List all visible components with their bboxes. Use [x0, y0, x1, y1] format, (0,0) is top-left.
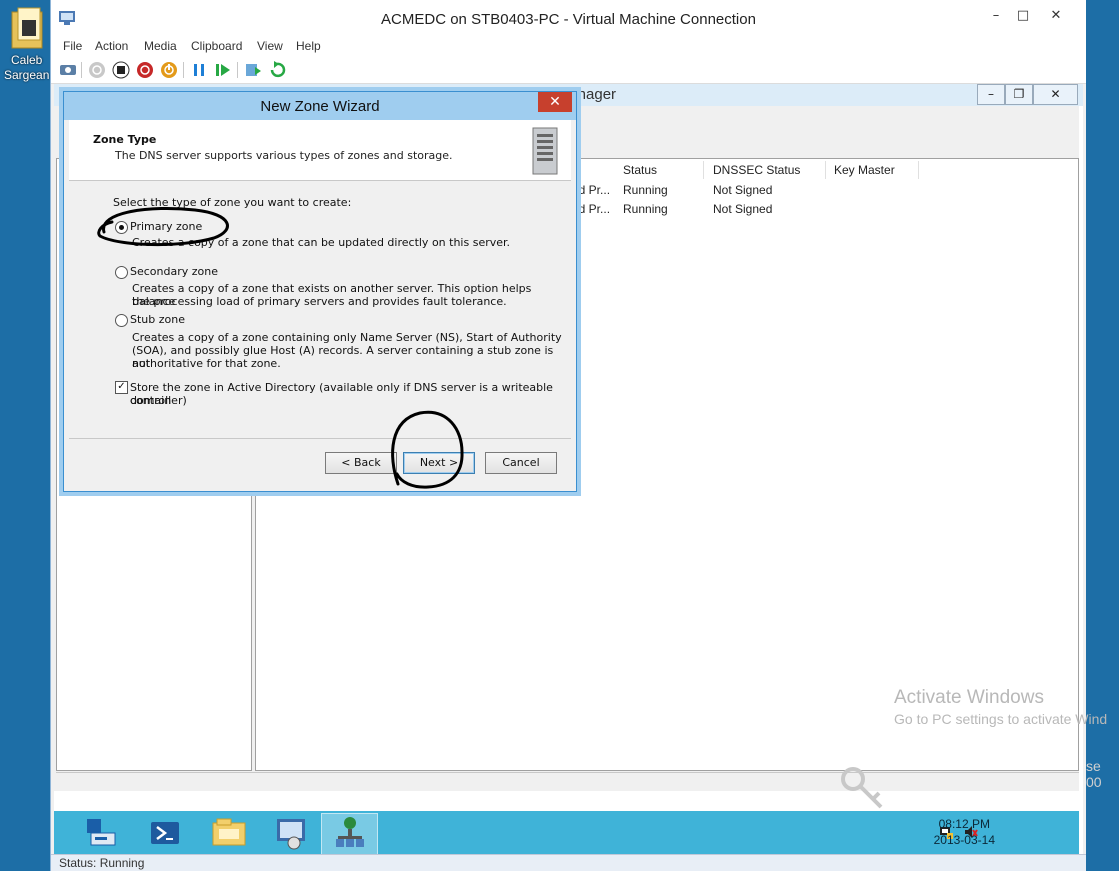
column-key-master[interactable]: Key Master	[829, 161, 919, 179]
revert-icon[interactable]	[268, 61, 286, 79]
pause-icon[interactable]	[190, 61, 208, 79]
column-status[interactable]: Status	[618, 161, 704, 179]
menu-view[interactable]: View	[257, 39, 283, 53]
power-icon[interactable]	[160, 61, 178, 79]
menu-help[interactable]: Help	[296, 39, 321, 53]
back-button[interactable]: < Back	[325, 452, 397, 474]
dns-restore-button[interactable]: ❐	[1005, 84, 1033, 105]
activate-title: Activate Windows	[894, 687, 1044, 708]
primary-zone-label[interactable]: Primary zone	[130, 220, 202, 233]
dns-close-button[interactable]: ✕	[1033, 84, 1078, 105]
primary-zone-radio[interactable]	[115, 221, 128, 234]
desktop-icon-label-line1: Caleb	[11, 53, 43, 67]
guest-taskbar: 08:12 PM 2013-03-14	[54, 811, 1079, 855]
server-icon	[532, 127, 558, 175]
desktop-icon-label-line2: Sargean	[4, 68, 50, 82]
obscured-text-2: 00	[1086, 774, 1102, 790]
vm-status-text: Status: Running	[59, 856, 145, 870]
cancel-button[interactable]: Cancel	[485, 452, 557, 474]
host-desktop-right	[1085, 0, 1119, 871]
taskbar-control-panel[interactable]	[264, 813, 319, 853]
dns-status-strip	[56, 772, 1079, 791]
wizard-title: New Zone Wizard	[260, 98, 380, 115]
file-explorer-icon	[212, 818, 246, 846]
taskbar-dns-manager[interactable]	[321, 813, 378, 855]
wizard-titlebar[interactable]: New Zone Wizard ✕	[64, 92, 576, 120]
wizard-divider	[69, 438, 571, 439]
obscured-text: se 00	[1086, 758, 1102, 790]
store-in-ad-label-2[interactable]: controller)	[130, 394, 187, 407]
start-icon[interactable]	[88, 61, 106, 79]
row-2-status: Running	[623, 202, 668, 216]
secondary-zone-radio[interactable]	[115, 266, 128, 279]
stub-zone-description-3: authoritative for that zone.	[132, 357, 281, 370]
row-1-dnssec: Not Signed	[713, 183, 773, 197]
vm-toolbar	[51, 57, 1086, 84]
checkpoint-icon[interactable]	[244, 61, 262, 79]
turn-off-icon[interactable]	[112, 61, 130, 79]
control-panel-icon	[277, 819, 305, 850]
server-manager-icon	[87, 819, 116, 846]
menu-media[interactable]: Media	[144, 39, 177, 53]
secondary-zone-description-2: the processing load of primary servers a…	[132, 295, 507, 308]
taskbar-file-explorer[interactable]	[201, 813, 256, 853]
minimize-button[interactable]: –	[986, 8, 1006, 26]
row-1-status: Running	[623, 183, 668, 197]
close-button[interactable]: ✕	[1046, 8, 1066, 26]
vm-menubar: File Action Media Clipboard View Help	[51, 37, 1086, 57]
wizard-content: Zone Type The DNS server supports variou…	[69, 120, 571, 486]
stub-zone-label[interactable]: Stub zone	[130, 313, 185, 326]
activate-windows-watermark: Activate Windows Go to PC settings to ac…	[894, 687, 1107, 727]
store-in-ad-checkbox[interactable]: ✓	[115, 381, 128, 394]
folder-icon[interactable]	[8, 6, 48, 50]
wizard-header: Zone Type The DNS server supports variou…	[69, 120, 571, 181]
shut-down-icon[interactable]	[136, 61, 154, 79]
stub-zone-description-1: Creates a copy of a zone containing only…	[132, 331, 562, 344]
wizard-close-button[interactable]: ✕	[538, 92, 572, 112]
menu-file[interactable]: File	[63, 39, 82, 53]
taskbar-server-manager[interactable]	[73, 813, 128, 853]
primary-zone-description: Creates a copy of a zone that can be upd…	[132, 236, 511, 249]
dns-manager-icon	[336, 817, 364, 847]
vm-window-title: ACMEDC on STB0403-PC - Virtual Machine C…	[381, 11, 756, 28]
powershell-icon	[151, 822, 179, 844]
system-clock[interactable]: 08:12 PM 2013-03-14	[934, 816, 995, 848]
zone-type-prompt: Select the type of zone you want to crea…	[113, 196, 352, 209]
next-button[interactable]: Next >	[403, 452, 475, 474]
column-dnssec-status[interactable]: DNSSEC Status	[708, 161, 826, 179]
key-icon	[841, 767, 883, 809]
host-desktop: Caleb Sargean	[0, 0, 52, 871]
ctrl-alt-del-icon[interactable]	[59, 61, 77, 79]
menu-action[interactable]: Action	[95, 39, 128, 53]
menu-clipboard[interactable]: Clipboard	[191, 39, 242, 53]
new-zone-wizard: New Zone Wizard ✕ Zone Type The DNS serv…	[63, 91, 577, 492]
resume-icon[interactable]	[214, 61, 232, 79]
stub-zone-radio[interactable]	[115, 314, 128, 327]
desktop-icon-label[interactable]: Caleb Sargean	[4, 53, 49, 83]
taskbar-powershell[interactable]	[137, 813, 192, 853]
wizard-heading: Zone Type	[93, 133, 157, 146]
clock-time: 08:12 PM	[938, 817, 990, 831]
row-2-dnssec: Not Signed	[713, 202, 773, 216]
maximize-button[interactable]: □	[1013, 8, 1033, 26]
row-2-type: ed Pr...	[572, 202, 611, 216]
row-1-type: ed Pr...	[572, 183, 611, 197]
store-in-ad-label-1[interactable]: Store the zone in Active Directory (avai…	[130, 381, 571, 407]
activate-subtitle: Go to PC settings to activate Wind	[894, 711, 1108, 727]
clock-date: 2013-03-14	[933, 833, 995, 847]
obscured-text-1: se	[1086, 758, 1101, 774]
wizard-subheading: The DNS server supports various types of…	[115, 149, 453, 162]
dns-minimize-button[interactable]: –	[977, 84, 1005, 105]
vm-titlebar[interactable]: ACMEDC on STB0403-PC - Virtual Machine C…	[51, 0, 1086, 38]
vm-statusbar: Status: Running	[51, 854, 1086, 871]
secondary-zone-label[interactable]: Secondary zone	[130, 265, 218, 278]
